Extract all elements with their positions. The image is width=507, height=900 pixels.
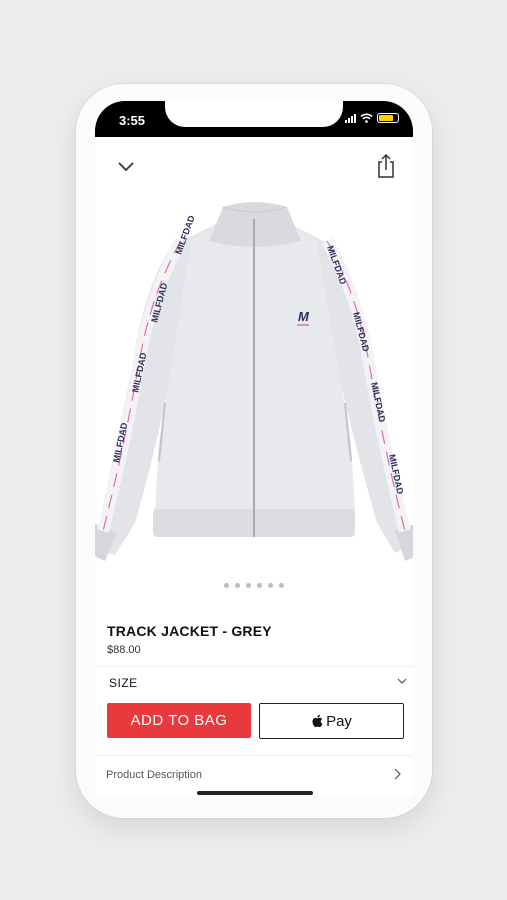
apple-pay-button[interactable]: Pay	[259, 703, 404, 739]
signal-icon	[345, 113, 356, 123]
phone-side-button	[71, 298, 75, 344]
add-to-bag-button[interactable]: ADD TO BAG	[107, 703, 251, 738]
phone-side-button	[71, 185, 75, 211]
chest-logo: M	[298, 309, 310, 324]
pagination-dot[interactable]	[246, 583, 251, 588]
home-indicator[interactable]	[197, 791, 313, 795]
product-image[interactable]: MILFDAD MILFDAD MILFDAD MILFDAD MILFDAD …	[95, 193, 413, 563]
chevron-down-icon	[397, 678, 407, 684]
product-title: TRACK JACKET - GREY	[107, 623, 272, 639]
phone-side-button	[433, 245, 437, 315]
pagination-dot[interactable]	[268, 583, 273, 588]
apple-icon	[312, 714, 323, 728]
status-bar: 3:55	[95, 101, 413, 137]
top-bar	[95, 143, 413, 183]
phone-side-button	[71, 240, 75, 286]
pagination-dot[interactable]	[279, 583, 284, 588]
image-pagination[interactable]	[95, 583, 413, 588]
pagination-dot[interactable]	[257, 583, 262, 588]
size-label: SIZE	[109, 676, 138, 690]
chevron-right-icon	[394, 768, 401, 780]
app-screen: 3:55 MILFDAD MILFDAD MILFDAD MILFDAD MIL…	[95, 101, 413, 796]
status-icons	[345, 113, 399, 123]
product-price: $88.00	[107, 644, 141, 656]
status-time: 3:55	[119, 113, 146, 128]
chevron-down-icon[interactable]	[115, 155, 137, 177]
battery-icon	[377, 113, 399, 123]
share-icon[interactable]	[375, 153, 397, 179]
product-description-label: Product Description	[106, 769, 202, 781]
size-selector[interactable]: SIZE	[95, 666, 413, 696]
product-description-row[interactable]: Product Description	[95, 755, 413, 791]
apple-pay-label: Pay	[326, 712, 352, 730]
pagination-dot[interactable]	[235, 583, 240, 588]
wifi-icon	[360, 113, 373, 123]
pagination-dot[interactable]	[224, 583, 229, 588]
notch	[165, 101, 343, 127]
